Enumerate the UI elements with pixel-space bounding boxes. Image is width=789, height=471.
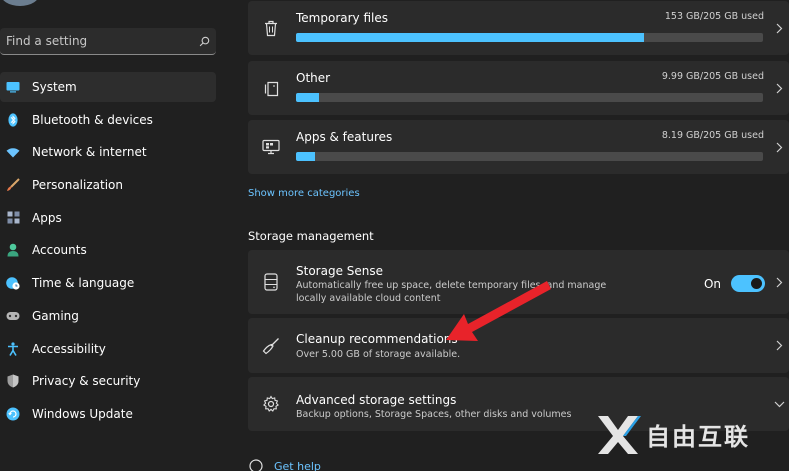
trash-icon [262,19,280,37]
sidebar-item-label: Privacy & security [32,374,141,389]
file-icon [262,79,280,97]
main-content: Temporary files 153 GB/205 GB used Other… [248,0,789,471]
chevron-right-icon [773,275,785,289]
person-icon [6,243,20,257]
storage-category-name: Apps & features [296,130,393,144]
avatar[interactable] [0,0,40,6]
sidebar-item-accounts[interactable]: Accounts [0,235,216,265]
apps-icon [6,211,20,225]
storage-category-apps-features[interactable]: Apps & features 8.19 GB/205 GB used [248,120,789,174]
sidebar-item-label: Windows Update [32,406,133,421]
sidebar-item-accessibility[interactable]: Accessibility [0,334,216,364]
annotation-arrow [446,281,551,341]
sidebar-nav: System Bluetooth & devices Network & int… [0,72,216,432]
gear-icon [262,395,280,413]
update-icon [6,407,20,421]
storage-sense-title: Storage Sense [296,264,384,278]
sidebar-item-windows-update[interactable]: Windows Update [0,399,216,429]
storage-usage-fill [296,152,315,161]
sidebar-item-apps[interactable]: Apps [0,203,216,233]
brush-icon [6,178,20,192]
storage-category-name: Other [296,71,331,85]
cleanup-recommendations-description: Over 5.00 GB of storage available. [296,349,461,360]
storage-usage-fill [296,33,645,42]
gamepad-icon [6,309,20,323]
storage-category-temporary-files[interactable]: Temporary files 153 GB/205 GB used [248,1,789,55]
bluetooth-icon [6,113,20,127]
sidebar-item-label: Time & language [32,276,135,291]
chevron-right-icon [773,21,785,35]
cleanup-recommendations-title: Cleanup recommendations [296,332,458,346]
globe-clock-icon [6,276,20,290]
show-more-categories-link[interactable]: Show more categories [248,188,360,199]
sidebar-item-label: Apps [32,210,62,225]
watermark: 自由互联 [594,410,784,458]
watermark-text: 自由互联 [646,422,750,451]
monitor-icon [262,138,280,156]
storage-drive-icon [262,273,280,291]
storage-category-name: Temporary files [296,11,388,25]
storage-category-used: 9.99 GB/205 GB used [661,71,764,82]
watermark-logo [598,416,641,454]
storage-category-used: 8.19 GB/205 GB used [661,130,764,141]
sidebar: System Bluetooth & devices Network & int… [0,0,222,471]
sidebar-item-bluetooth[interactable]: Bluetooth & devices [0,105,216,135]
sidebar-item-label: Network & internet [32,145,147,160]
shield-icon [6,374,20,388]
sidebar-item-gaming[interactable]: Gaming [0,301,216,331]
system-icon [6,80,20,94]
search-box[interactable] [0,28,216,55]
sidebar-item-privacy-security[interactable]: Privacy & security [0,366,216,396]
toggle-knob [751,278,762,289]
storage-usage-bar [296,33,763,42]
storage-usage-bar [296,93,763,102]
section-title: Storage management [248,229,374,243]
sidebar-item-label: Accessibility [32,341,106,356]
storage-sense-toggle[interactable] [731,275,765,292]
get-help-link[interactable]: Get help [248,458,321,471]
sidebar-item-label: Gaming [32,308,79,323]
sidebar-item-system[interactable]: System [0,72,216,102]
storage-category-used: 153 GB/205 GB used [664,11,764,22]
sidebar-item-time-language[interactable]: Time & language [0,268,216,298]
chevron-down-icon[interactable] [773,397,785,411]
advanced-storage-settings-description: Backup options, Storage Spaces, other di… [296,409,572,420]
broom-icon [262,337,280,355]
sidebar-item-label: Accounts [32,243,87,258]
advanced-storage-settings-title: Advanced storage settings [296,393,457,407]
sidebar-item-label: Bluetooth & devices [32,112,153,127]
get-help-label: Get help [274,459,321,471]
chevron-right-icon [773,140,785,154]
wifi-icon [6,145,20,159]
help-icon [248,458,264,471]
sidebar-item-label: Personalization [32,178,123,193]
accessibility-icon [6,341,20,356]
chevron-right-icon [773,339,785,353]
storage-sense-toggle-label: On [703,277,721,291]
storage-category-other[interactable]: Other 9.99 GB/205 GB used [248,61,789,115]
sidebar-item-label: System [32,80,77,94]
search-icon[interactable] [192,36,216,47]
search-input[interactable] [6,34,192,48]
chevron-right-icon [773,81,785,95]
sidebar-item-network[interactable]: Network & internet [0,137,216,167]
storage-usage-bar [296,152,763,161]
storage-usage-fill [296,93,319,102]
sidebar-item-personalization[interactable]: Personalization [0,170,216,200]
